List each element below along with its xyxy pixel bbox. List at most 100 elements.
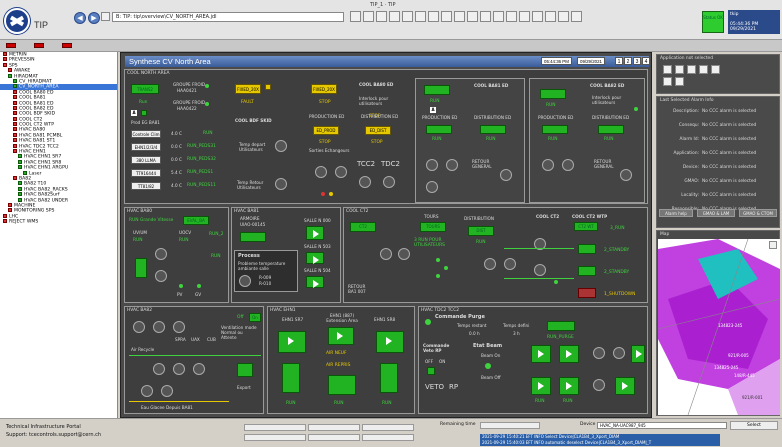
grid-icon[interactable]: [454, 11, 465, 22]
app-tool-icon[interactable]: [687, 65, 696, 74]
app-tool-icon[interactable]: [663, 65, 672, 74]
tdc2-label: TDC2: [381, 160, 401, 168]
app-tool-icon[interactable]: [675, 77, 684, 86]
tours-button[interactable]: TOURS: [420, 222, 446, 232]
salle-a-button[interactable]: [306, 226, 324, 240]
device-label: Device: [580, 422, 596, 427]
alarm-value: No CCC alarm is selected: [702, 137, 757, 142]
tab-chip-2[interactable]: [34, 43, 44, 48]
pin-icon[interactable]: [363, 11, 374, 22]
run-text: RUN: [382, 401, 392, 406]
link-icon[interactable]: [532, 11, 543, 22]
row-button[interactable]: 380 LLMA: [131, 156, 161, 164]
on-button[interactable]: On: [249, 313, 261, 322]
app-tool-icon[interactable]: [663, 77, 672, 86]
ba82-run-button[interactable]: [540, 89, 566, 99]
wtp-button[interactable]: CT2 WT: [574, 222, 598, 231]
tree-icon[interactable]: [467, 11, 478, 22]
refresh-icon[interactable]: [376, 11, 387, 22]
armoire-button[interactable]: [240, 232, 266, 242]
unit-button-b[interactable]: [559, 345, 579, 363]
info-icon[interactable]: [480, 11, 491, 22]
status-indicator[interactable]: Status OK: [702, 11, 724, 33]
close-icon[interactable]: [571, 11, 582, 22]
note-icon[interactable]: [441, 11, 452, 22]
home-icon[interactable]: [350, 11, 361, 22]
page-button-1[interactable]: 1: [615, 57, 623, 65]
salle-c-button[interactable]: [306, 276, 324, 288]
app-tool-icon[interactable]: [711, 65, 720, 74]
map-canvas[interactable]: 134823-245 921/R-005 134825-245 148/R-44…: [658, 239, 780, 415]
fixed-20x-button-2[interactable]: FIXED_20X: [311, 84, 337, 94]
ba82-prod-button[interactable]: [542, 125, 568, 134]
production-ed-label: PRODUCTION ED: [422, 115, 458, 120]
copy-icon[interactable]: [402, 11, 413, 22]
lock-icon[interactable]: [519, 11, 530, 22]
ct2-button[interactable]: CT2: [350, 222, 376, 232]
mail-icon[interactable]: [558, 11, 569, 22]
purge-unit-button[interactable]: [547, 321, 575, 331]
back-icon[interactable]: ◀: [74, 12, 86, 24]
run-purge-text: RUN_PURGE: [547, 335, 574, 340]
page-button-4[interactable]: 4: [642, 57, 650, 65]
eval-button[interactable]: EVAL_BA: [183, 216, 209, 225]
gmao-lam-button[interactable]: GMAO & LAM: [697, 209, 735, 217]
alarm-help-button[interactable]: Alarm help: [659, 209, 693, 217]
run-text: RUN: [334, 401, 344, 406]
unit-button-e[interactable]: [559, 377, 579, 395]
select-button[interactable]: Select: [730, 421, 778, 430]
path-input[interactable]: B: TIP: tip\overview\CV_NORTH_AREA.jdl: [112, 12, 344, 22]
row-button[interactable]: TT916444: [131, 169, 161, 177]
salle-b-button[interactable]: [306, 252, 324, 264]
ba82-dist-button[interactable]: [598, 125, 624, 134]
veto-off-indicator[interactable]: [427, 367, 435, 375]
support-text[interactable]: Support: tcecontrols.support@cern.ch: [6, 432, 101, 438]
tab-chip-1[interactable]: [6, 43, 16, 48]
fixed-20x-button[interactable]: FIXED_20X: [235, 84, 261, 94]
row-button[interactable]: EHN1/2/3/4: [131, 143, 161, 151]
event-log[interactable]: 2021-09-29 15:40:21 EFT INFO Select Devi…: [480, 434, 720, 446]
panel-label: HVAC TDC2 TCC2: [421, 308, 460, 313]
gmao-ctom-button[interactable]: GMAO & CTOM: [739, 209, 777, 217]
unit-button-c[interactable]: [631, 345, 645, 363]
unit-button-a[interactable]: [531, 345, 551, 363]
tree-status-icon: [8, 73, 12, 78]
gauge-icon: [613, 347, 625, 359]
settings-icon[interactable]: [428, 11, 439, 22]
run-ut-text: 3 RUN POUR UTILISATEURS: [414, 238, 445, 248]
gauge-icon: [275, 140, 287, 152]
forward-icon[interactable]: ▶: [88, 12, 100, 24]
sr7-unit-button[interactable]: [278, 331, 306, 353]
ed-dist-button[interactable]: ED_DIST: [365, 126, 391, 135]
gauge-icon: [335, 166, 347, 178]
beam-indicator: [485, 363, 491, 369]
map-zoom-icon[interactable]: [769, 241, 777, 249]
unit-button-f[interactable]: [615, 377, 635, 395]
ba81-prod-button[interactable]: [426, 125, 452, 134]
search-icon[interactable]: [415, 11, 426, 22]
ext-unit-button[interactable]: [328, 327, 354, 345]
page-button-2[interactable]: 2: [624, 57, 632, 65]
device-input[interactable]: HVAC_NA-UAC987_945: [597, 422, 727, 429]
tab-chip-3[interactable]: [62, 43, 72, 48]
flag-icon[interactable]: [545, 11, 556, 22]
ed-prod-button[interactable]: ED_PROD: [313, 126, 339, 135]
unit-button-d[interactable]: [531, 377, 551, 395]
star-icon[interactable]: [506, 11, 517, 22]
print-icon[interactable]: [389, 11, 400, 22]
row-button[interactable]: Controle Clim: [131, 130, 161, 138]
app-tool-icon[interactable]: [699, 65, 708, 74]
sr8-unit-button[interactable]: [376, 331, 404, 353]
air-recycle-text: Air Recycle: [131, 347, 155, 352]
history-icon[interactable]: [101, 12, 110, 21]
help-icon[interactable]: [493, 11, 504, 22]
app-tool-icon[interactable]: [675, 65, 684, 74]
air-neuf-text: AIR NEUF: [326, 351, 347, 356]
row-button[interactable]: TT81/82: [131, 182, 161, 190]
page-button-3[interactable]: 3: [633, 57, 641, 65]
tree-item[interactable]: REJECT WMS: [0, 219, 117, 225]
ba81-dist-button[interactable]: [480, 125, 506, 134]
trans2-button[interactable]: TRANS2: [131, 84, 159, 94]
dist-button[interactable]: DIST: [468, 226, 494, 236]
ba81-run-button[interactable]: [424, 85, 450, 95]
